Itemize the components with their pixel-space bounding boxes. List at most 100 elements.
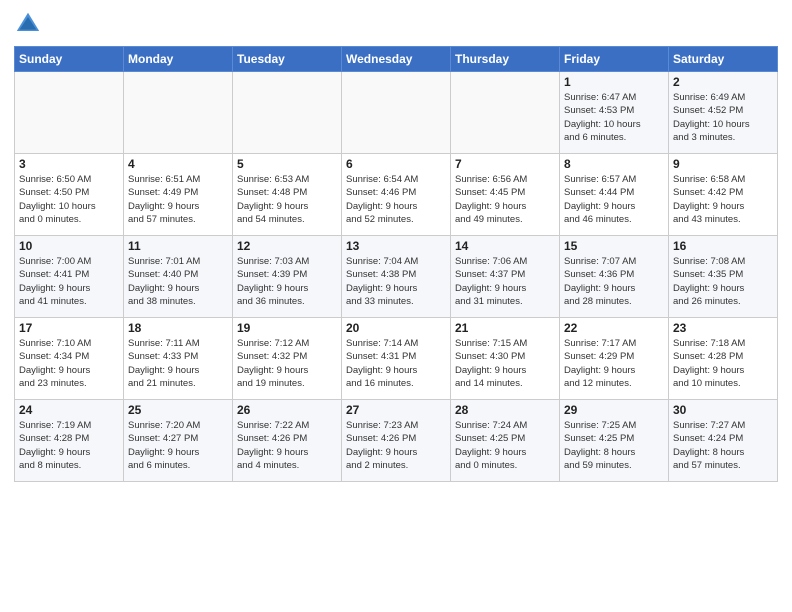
day-number: 16 [673,239,773,253]
day-number: 12 [237,239,337,253]
weekday-header-sunday: Sunday [15,47,124,72]
day-info: Sunrise: 7:06 AM Sunset: 4:37 PM Dayligh… [455,255,555,308]
calendar-cell: 10 Sunrise: 7:00 AM Sunset: 4:41 PM Dayli… [15,236,124,318]
calendar-cell: 5Sunrise: 6:53 AM Sunset: 4:48 PM Daylig… [233,154,342,236]
day-info: Sunrise: 6:56 AM Sunset: 4:45 PM Dayligh… [455,173,555,226]
calendar-cell: 3 Sunrise: 6:50 AM Sunset: 4:50 PM Daylig… [15,154,124,236]
day-info: Sunrise: 6:53 AM Sunset: 4:48 PM Dayligh… [237,173,337,226]
day-number: 4 [128,157,228,171]
day-info: Sunrise: 6:51 AM Sunset: 4:49 PM Dayligh… [128,173,228,226]
calendar-cell: 12 Sunrise: 7:03 AM Sunset: 4:39 PM Dayli… [233,236,342,318]
day-info: Sunrise: 7:00 AM Sunset: 4:41 PM Dayligh… [19,255,119,308]
calendar-cell [342,72,451,154]
calendar-cell: 25 Sunrise: 7:20 AM Sunset: 4:27 PM Dayli… [124,400,233,482]
calendar-cell: 17 Sunrise: 7:10 AM Sunset: 4:34 PM Dayli… [15,318,124,400]
day-number: 3 [19,157,119,171]
day-info: Sunrise: 7:10 AM Sunset: 4:34 PM Dayligh… [19,337,119,390]
day-number: 1 [564,75,664,89]
calendar-cell: 20 Sunrise: 7:14 AM Sunset: 4:31 PM Dayli… [342,318,451,400]
day-number: 24 [19,403,119,417]
day-number: 19 [237,321,337,335]
day-info: Sunrise: 6:58 AM Sunset: 4:42 PM Dayligh… [673,173,773,226]
calendar-cell: 1 Sunrise: 6:47 AM Sunset: 4:53 PM Daylig… [560,72,669,154]
calendar-cell: 9 Sunrise: 6:58 AM Sunset: 4:42 PM Daylig… [669,154,778,236]
weekday-header-friday: Friday [560,47,669,72]
weekday-header-saturday: Saturday [669,47,778,72]
day-number: 30 [673,403,773,417]
day-info: Sunrise: 7:07 AM Sunset: 4:36 PM Dayligh… [564,255,664,308]
weekday-header-monday: Monday [124,47,233,72]
day-info: Sunrise: 7:08 AM Sunset: 4:35 PM Dayligh… [673,255,773,308]
day-info: Sunrise: 6:47 AM Sunset: 4:53 PM Dayligh… [564,91,664,144]
day-info: Sunrise: 7:04 AM Sunset: 4:38 PM Dayligh… [346,255,446,308]
week-row-2: 3 Sunrise: 6:50 AM Sunset: 4:50 PM Daylig… [15,154,778,236]
calendar-cell: 15 Sunrise: 7:07 AM Sunset: 4:36 PM Dayli… [560,236,669,318]
calendar-cell: 16 Sunrise: 7:08 AM Sunset: 4:35 PM Dayli… [669,236,778,318]
day-number: 22 [564,321,664,335]
logo-icon [14,10,42,38]
calendar-cell: 4 Sunrise: 6:51 AM Sunset: 4:49 PM Daylig… [124,154,233,236]
day-number: 6 [346,157,446,171]
day-number: 25 [128,403,228,417]
calendar-cell: 14Sunrise: 7:06 AM Sunset: 4:37 PM Dayli… [451,236,560,318]
calendar-cell [233,72,342,154]
day-number: 29 [564,403,664,417]
calendar-cell: 28Sunrise: 7:24 AM Sunset: 4:25 PM Dayli… [451,400,560,482]
day-info: Sunrise: 7:18 AM Sunset: 4:28 PM Dayligh… [673,337,773,390]
day-info: Sunrise: 6:57 AM Sunset: 4:44 PM Dayligh… [564,173,664,226]
day-info: Sunrise: 7:11 AM Sunset: 4:33 PM Dayligh… [128,337,228,390]
day-info: Sunrise: 7:17 AM Sunset: 4:29 PM Dayligh… [564,337,664,390]
calendar-cell: 6 Sunrise: 6:54 AM Sunset: 4:46 PM Daylig… [342,154,451,236]
weekday-header-row: SundayMondayTuesdayWednesdayThursdayFrid… [15,47,778,72]
weekday-header-wednesday: Wednesday [342,47,451,72]
day-info: Sunrise: 6:54 AM Sunset: 4:46 PM Dayligh… [346,173,446,226]
day-number: 11 [128,239,228,253]
week-row-5: 24 Sunrise: 7:19 AM Sunset: 4:28 PM Dayli… [15,400,778,482]
header [14,10,778,38]
day-number: 8 [564,157,664,171]
day-info: Sunrise: 7:19 AM Sunset: 4:28 PM Dayligh… [19,419,119,472]
day-info: Sunrise: 7:15 AM Sunset: 4:30 PM Dayligh… [455,337,555,390]
calendar-cell: 8 Sunrise: 6:57 AM Sunset: 4:44 PM Daylig… [560,154,669,236]
day-number: 26 [237,403,337,417]
day-info: Sunrise: 7:23 AM Sunset: 4:26 PM Dayligh… [346,419,446,472]
calendar-cell: 27 Sunrise: 7:23 AM Sunset: 4:26 PM Dayli… [342,400,451,482]
week-row-3: 10 Sunrise: 7:00 AM Sunset: 4:41 PM Dayli… [15,236,778,318]
day-info: Sunrise: 7:25 AM Sunset: 4:25 PM Dayligh… [564,419,664,472]
calendar-cell: 19 Sunrise: 7:12 AM Sunset: 4:32 PM Dayli… [233,318,342,400]
weekday-header-thursday: Thursday [451,47,560,72]
day-number: 7 [455,157,555,171]
day-number: 23 [673,321,773,335]
day-number: 9 [673,157,773,171]
day-info: Sunrise: 7:22 AM Sunset: 4:26 PM Dayligh… [237,419,337,472]
calendar-cell: 18 Sunrise: 7:11 AM Sunset: 4:33 PM Dayli… [124,318,233,400]
calendar-cell: 13 Sunrise: 7:04 AM Sunset: 4:38 PM Dayli… [342,236,451,318]
day-number: 10 [19,239,119,253]
calendar-cell: 30 Sunrise: 7:27 AM Sunset: 4:24 PM Dayli… [669,400,778,482]
calendar-cell: 11 Sunrise: 7:01 AM Sunset: 4:40 PM Dayli… [124,236,233,318]
logo [14,10,46,38]
day-info: Sunrise: 7:20 AM Sunset: 4:27 PM Dayligh… [128,419,228,472]
day-number: 28 [455,403,555,417]
day-info: Sunrise: 7:14 AM Sunset: 4:31 PM Dayligh… [346,337,446,390]
week-row-1: 1 Sunrise: 6:47 AM Sunset: 4:53 PM Daylig… [15,72,778,154]
calendar-cell: 7 Sunrise: 6:56 AM Sunset: 4:45 PM Daylig… [451,154,560,236]
day-number: 17 [19,321,119,335]
calendar-cell: 2Sunrise: 6:49 AM Sunset: 4:52 PM Daylig… [669,72,778,154]
calendar-cell [15,72,124,154]
day-number: 13 [346,239,446,253]
day-info: Sunrise: 7:12 AM Sunset: 4:32 PM Dayligh… [237,337,337,390]
calendar-cell: 21 Sunrise: 7:15 AM Sunset: 4:30 PM Dayli… [451,318,560,400]
day-number: 27 [346,403,446,417]
day-number: 20 [346,321,446,335]
day-number: 21 [455,321,555,335]
calendar-cell [124,72,233,154]
calendar-cell: 26 Sunrise: 7:22 AM Sunset: 4:26 PM Dayli… [233,400,342,482]
weekday-header-tuesday: Tuesday [233,47,342,72]
day-number: 15 [564,239,664,253]
day-number: 18 [128,321,228,335]
day-info: Sunrise: 6:50 AM Sunset: 4:50 PM Dayligh… [19,173,119,226]
day-info: Sunrise: 7:01 AM Sunset: 4:40 PM Dayligh… [128,255,228,308]
day-info: Sunrise: 7:03 AM Sunset: 4:39 PM Dayligh… [237,255,337,308]
day-info: Sunrise: 7:27 AM Sunset: 4:24 PM Dayligh… [673,419,773,472]
